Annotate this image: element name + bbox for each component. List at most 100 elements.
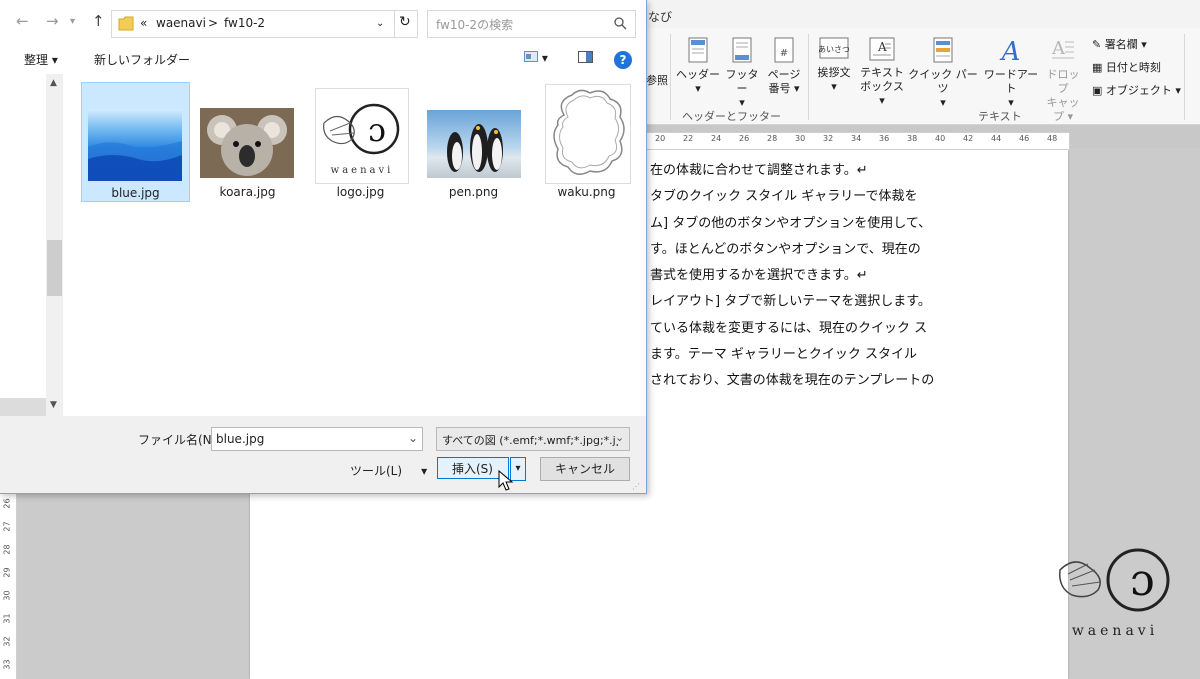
file-item-koara[interactable]: koara.jpg: [194, 82, 301, 200]
ruler-number: 34: [851, 134, 862, 143]
svg-text:A: A: [1051, 38, 1066, 59]
ruler-number: 22: [683, 134, 694, 143]
address-dropdown-icon[interactable]: ⌄: [376, 18, 384, 29]
ruler-number: 44: [991, 134, 1002, 143]
file-type-select[interactable]: すべての図 (*.emf;*.wmf;*.jpg;*.jp ⌄: [436, 427, 630, 451]
document-line[interactable]: タブのクイック スタイル ギャラリーで体裁を: [650, 184, 980, 210]
path-overflow[interactable]: «: [140, 16, 147, 30]
ribbon-reference-fragment[interactable]: 参照: [646, 74, 668, 88]
refresh-icon[interactable]: ↻: [399, 14, 411, 30]
header-button[interactable]: ヘッダー ▾: [676, 36, 720, 96]
navigation-pane[interactable]: [0, 74, 46, 416]
file-item-blue[interactable]: blue.jpg: [81, 82, 190, 202]
quick-parts-button[interactable]: クイック パーツ ▾: [908, 36, 978, 110]
scrollbar-thumb[interactable]: [47, 240, 62, 296]
group-label-header-footer: ヘッダーとフッター: [682, 110, 781, 123]
waenavi-logo-icon: ɔ: [1059, 548, 1170, 612]
tools-button[interactable]: ツール(L) ▾: [350, 462, 427, 479]
vertical-ruler-number: 26: [2, 498, 12, 509]
document-line[interactable]: ている体裁を変更するには、現在のクイック ス: [650, 316, 980, 342]
svg-text:A: A: [877, 40, 887, 54]
page-number-button[interactable]: # ページ 番号 ▾: [764, 36, 804, 96]
document-line[interactable]: ます。テーマ ギャラリーとクイック スタイル: [650, 342, 980, 368]
footer-button[interactable]: フッター ▾: [722, 36, 762, 110]
filename-input[interactable]: blue.jpg ⌄: [211, 427, 423, 451]
command-bar: 整理 ▾ 新しいフォルダー ▾: [0, 44, 646, 75]
ruler-number: 40: [935, 134, 946, 143]
file-name: pen.png: [448, 185, 499, 199]
ruler-number: 30: [795, 134, 806, 143]
file-name: koara.jpg: [219, 185, 276, 199]
vertical-ruler-number: 30: [2, 590, 12, 601]
ruler-number: 48: [1047, 134, 1058, 143]
filename-dropdown-icon[interactable]: ⌄: [408, 431, 418, 445]
up-arrow-icon[interactable]: ↑: [92, 12, 105, 30]
forward-arrow-icon[interactable]: →: [46, 12, 59, 30]
mouse-cursor-icon: [498, 470, 514, 491]
header-icon: [688, 37, 708, 63]
new-folder-button[interactable]: 新しいフォルダー: [94, 51, 190, 68]
svg-text:#: #: [780, 48, 788, 59]
text-box-button[interactable]: A テキスト ボックス ▾: [858, 36, 906, 108]
drop-cap-icon: A: [1051, 38, 1074, 59]
document-line[interactable]: されており、文書の体裁を現在のテンプレートの: [650, 368, 980, 394]
ruler-number: 26: [739, 134, 750, 143]
file-type-dropdown-icon[interactable]: ⌄: [615, 431, 625, 444]
file-item-waku[interactable]: waku.png: [533, 82, 640, 200]
logo-thumb-text: waenavi: [331, 165, 394, 176]
breadcrumb-separator[interactable]: >: [208, 16, 218, 30]
ruler-number: 42: [963, 134, 974, 143]
signature-line-button[interactable]: ✎ 署名欄 ▾: [1092, 38, 1147, 52]
file-name: logo.jpg: [336, 185, 385, 199]
filename-label: ファイル名(N):: [138, 433, 221, 447]
breadcrumb-parent[interactable]: waenavi: [156, 16, 206, 30]
file-item-logo[interactable]: ɔ waenavi logo.jpg: [307, 82, 414, 200]
object-button[interactable]: ▣ オブジェクト ▾: [1092, 84, 1181, 98]
blue-thumbnail: [88, 109, 182, 181]
vertical-ruler-number: 28: [2, 544, 12, 555]
file-item-pen[interactable]: pen.png: [420, 82, 527, 200]
search-input[interactable]: fw10-2の検索: [427, 10, 636, 38]
organize-button[interactable]: 整理 ▾: [24, 51, 58, 68]
view-icon: [524, 51, 538, 62]
document-line[interactable]: す。ほとんどのボタンやオプションで、現在の: [650, 237, 980, 263]
wordart-button[interactable]: A ワードアート ▾: [980, 36, 1042, 110]
resize-grip-icon[interactable]: ⋰: [632, 482, 640, 491]
koala-thumbnail: [200, 108, 294, 178]
nav-pane-horizontal-scrollbar[interactable]: [0, 398, 46, 416]
document-line[interactable]: 在の体裁に合わせて調整されます。↵: [650, 158, 980, 184]
preview-pane-button[interactable]: [578, 51, 593, 66]
vertical-ruler-number: 29: [2, 567, 12, 578]
breadcrumb-current[interactable]: fw10-2: [224, 16, 265, 30]
insert-dropdown-icon: ▾: [515, 463, 521, 474]
preview-pane-icon: [578, 51, 593, 63]
recent-chevron-icon[interactable]: ▾: [70, 16, 75, 27]
svg-text:A: A: [1000, 37, 1021, 64]
back-arrow-icon[interactable]: ←: [16, 12, 29, 30]
vertical-ruler[interactable]: 26 27 28 29 30 31 32 33: [0, 493, 17, 679]
ruler-number: 20: [655, 134, 666, 143]
help-button[interactable]: ?: [614, 51, 632, 69]
file-name: blue.jpg: [111, 186, 160, 200]
view-options-button[interactable]: ▾: [524, 51, 548, 65]
search-icon[interactable]: [614, 17, 627, 30]
vertical-ruler-number: 33: [2, 659, 12, 670]
address-bar[interactable]: « waenavi > fw10-2 ⌄ ↻: [111, 10, 418, 38]
calendar-icon: ▦: [1092, 61, 1103, 74]
document-line[interactable]: ム] タブの他のボタンやオプションを使用して、: [650, 211, 980, 237]
scroll-up-icon[interactable]: ▲: [50, 78, 57, 88]
drop-cap-button[interactable]: A ドロップ キャップ ▾: [1042, 36, 1084, 124]
horizontal-ruler[interactable]: 20 22 24 26 28 30 32 34 36 38 40 42 44 46 48: [646, 132, 1070, 150]
document-text[interactable]: 在の体裁に合わせて調整されます。↵ タブのクイック スタイル ギャラリーで体裁をム…: [650, 158, 980, 395]
date-time-button[interactable]: ▦ 日付と時刻: [1092, 61, 1161, 75]
waenavi-watermark: ɔ waenavi: [1050, 540, 1180, 645]
document-line[interactable]: 書式を使用するかを選択できます。↵: [650, 263, 980, 289]
quick-parts-icon: [933, 37, 953, 63]
watermark-text: waenavi: [1071, 623, 1159, 639]
cancel-button[interactable]: キャンセル: [540, 457, 630, 481]
scroll-down-icon[interactable]: ▼: [50, 400, 57, 410]
document-line[interactable]: レイアウト] タブで新しいテーマを選択します。: [650, 289, 980, 315]
svg-text:ɔ: ɔ: [368, 111, 386, 149]
greeting-button[interactable]: あいさつ 挨拶文 ▾: [812, 36, 856, 94]
ruler-number: 32: [823, 134, 834, 143]
